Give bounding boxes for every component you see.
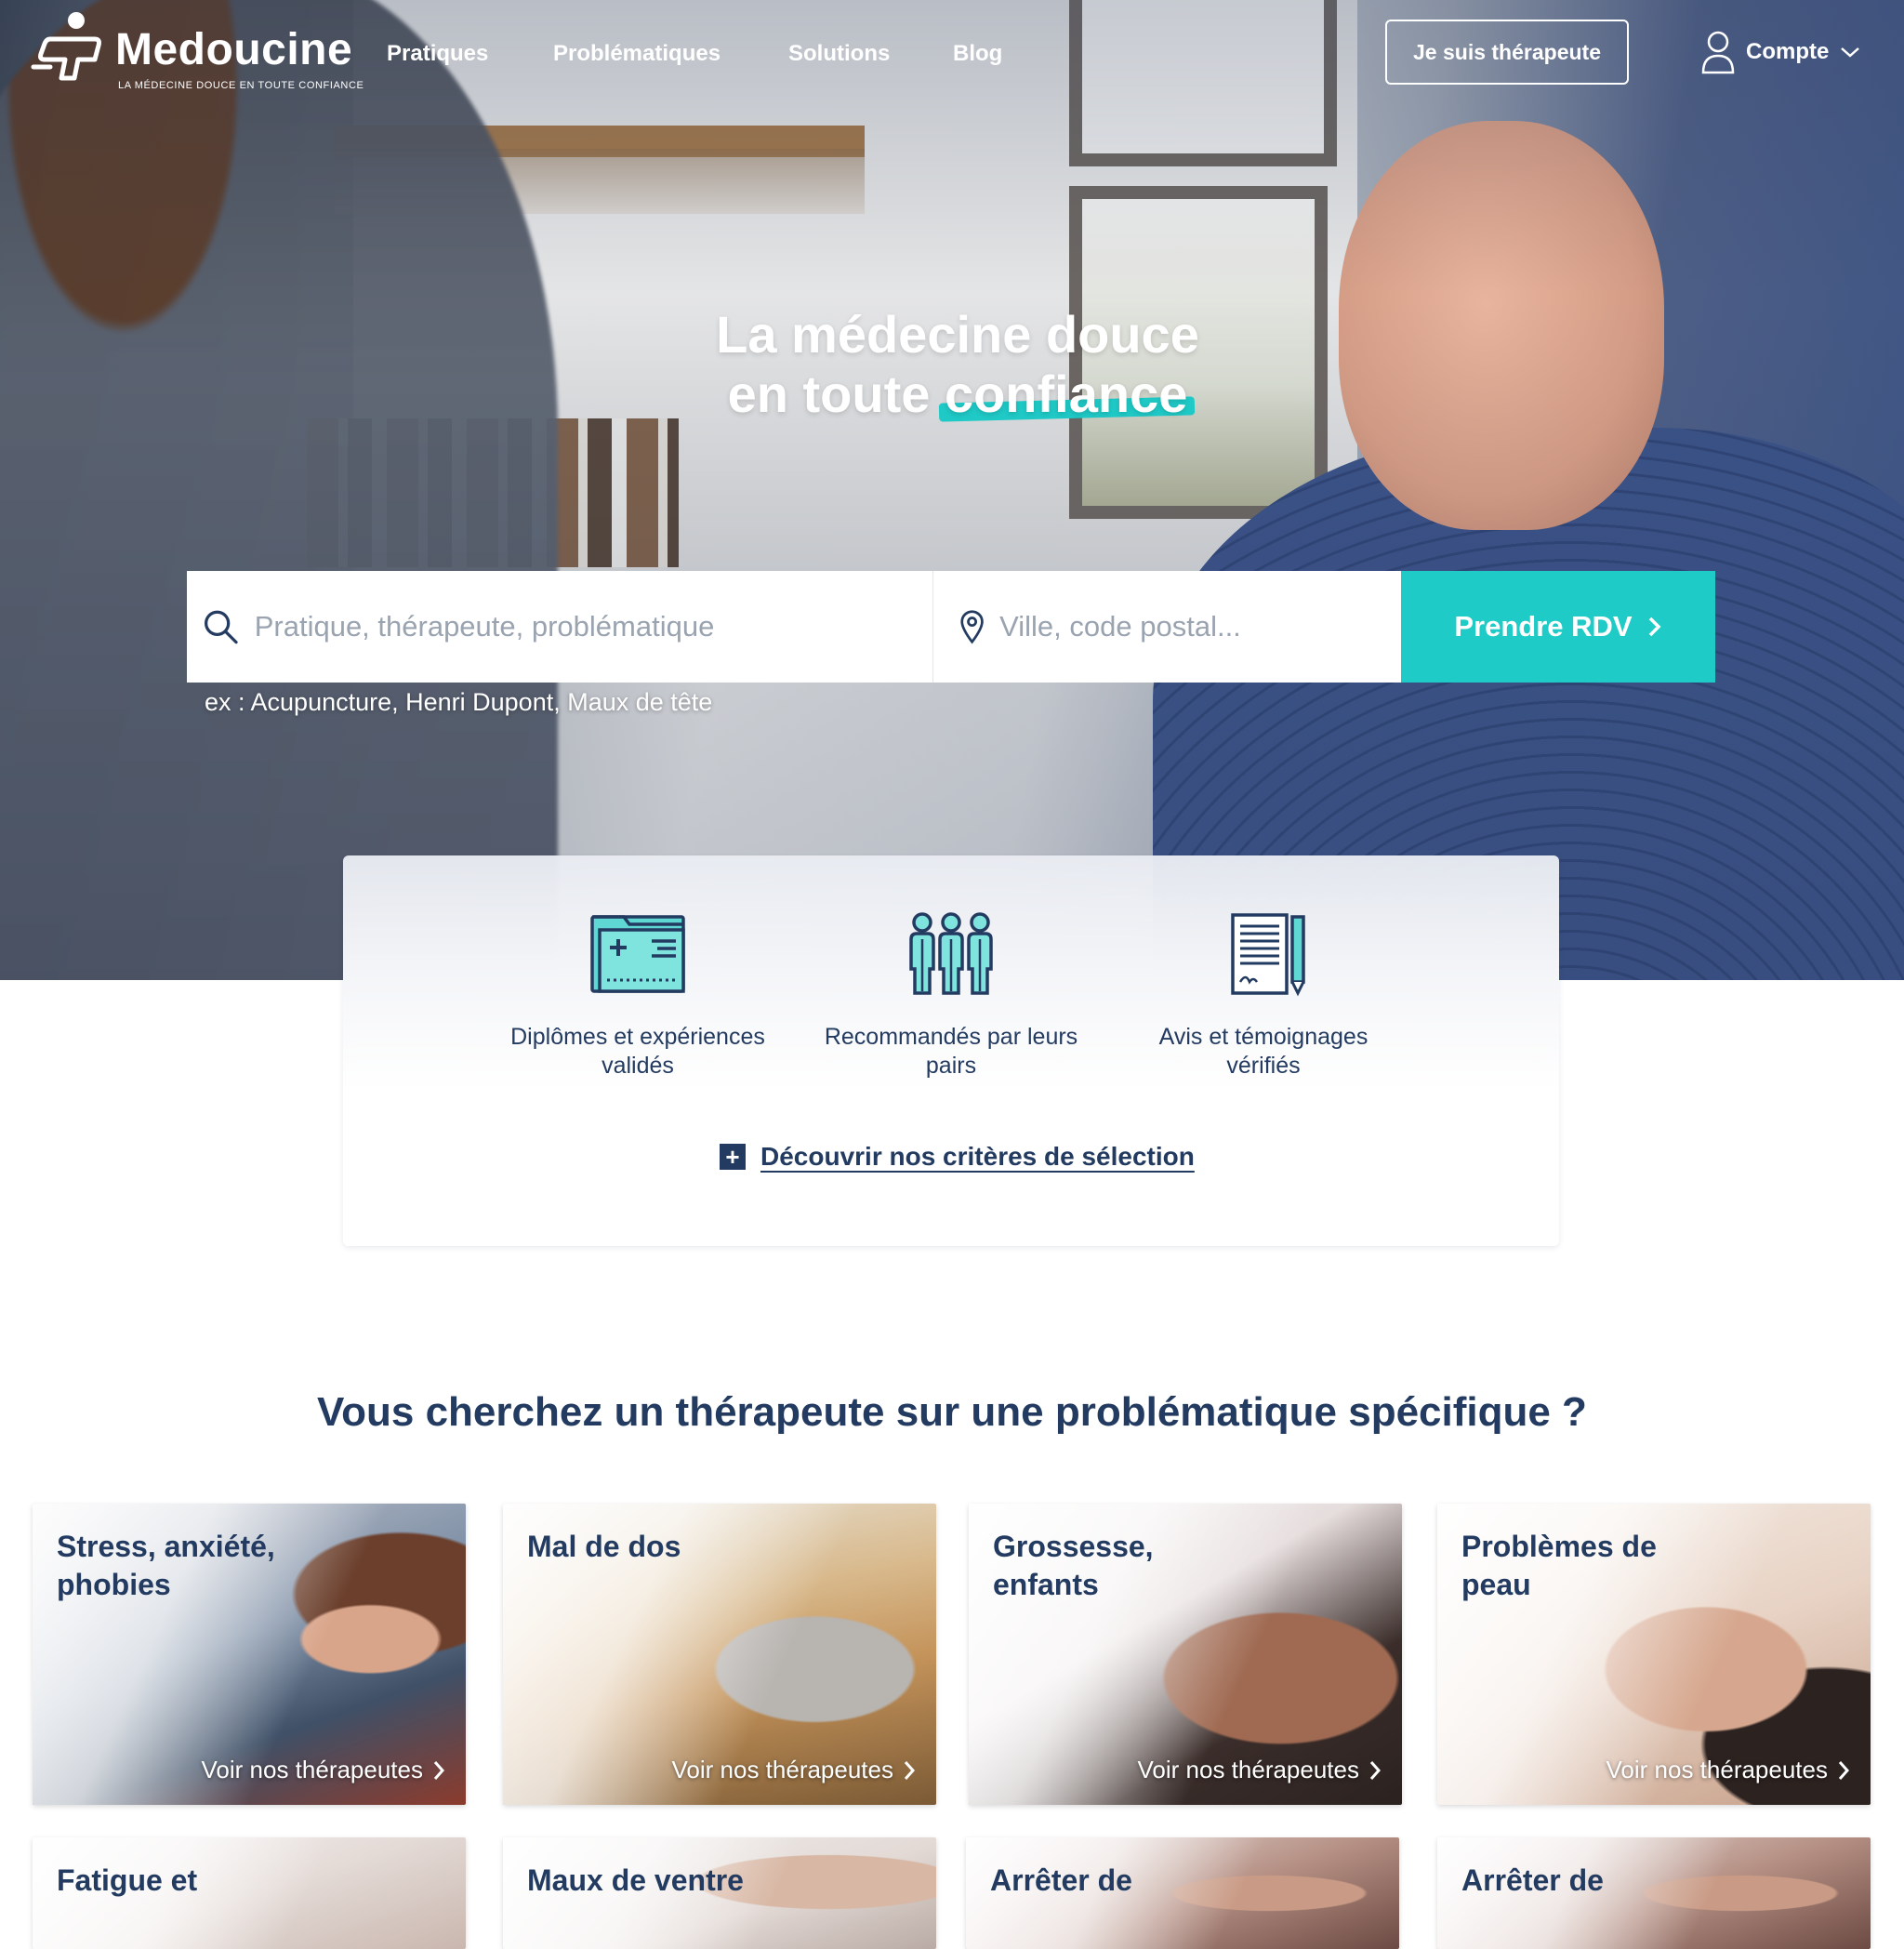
see-therapists-label: Voir nos thérapeutes [671,1756,894,1783]
problem-card-fatigue[interactable]: Fatigue et [33,1837,466,1949]
hero-title: La médecine douce en toute confiance [595,305,1320,424]
problem-card-stress[interactable]: Stress, anxiété, phobies Voir nos thérap… [33,1504,466,1805]
problem-card-skin[interactable]: Problèmes de peau Voir nos thérapeutes [1437,1504,1871,1805]
hero-title-line2-prefix: en toute [727,365,945,423]
card-title: Maux de ventre [527,1862,778,1900]
selection-criteria-label: Découvrir nos critères de sélection [760,1142,1195,1171]
see-therapists-link[interactable]: Voir nos thérapeutes [1138,1756,1382,1784]
card-title-line1: Stress, anxiété, [57,1530,275,1563]
card-title: Arrêter de [1461,1862,1712,1900]
brand-tagline: LA MÉDECINE DOUCE EN TOUTE CONFIANCE [118,80,364,91]
reviews-document-icon [1231,913,1305,997]
section-title: Vous cherchez un thérapeute sur une prob… [317,1389,1587,1435]
trust-item-reviews: Avis et témoignages vérifiés [1124,911,1403,1081]
see-therapists-link[interactable]: Voir nos thérapeutes [202,1756,446,1784]
card-title: Mal de dos [527,1528,778,1566]
account-menu[interactable]: Compte [1701,31,1860,74]
card-title-line1: Arrêter de [990,1863,1132,1897]
brand-name: Medoucine [115,25,353,74]
book-appointment-label: Prendre RDV [1454,610,1633,643]
trust-card: Diplômes et expériences validés Recomman… [343,855,1559,1246]
book-appointment-button[interactable]: Prendre RDV [1401,571,1715,683]
trust-label: Diplômes et expériences validés [498,1023,777,1081]
trust-label: Recommandés par leurs pairs [812,1023,1091,1081]
account-label: Compte [1746,39,1830,64]
search-bar: Prendre RDV [187,571,1715,683]
logo[interactable]: Medoucine LA MÉDECINE DOUCE EN TOUTE CON… [30,11,364,95]
card-title: Stress, anxiété, phobies [57,1528,308,1604]
hero-title-line2: en toute confiance [595,365,1320,424]
problem-card-pregnancy[interactable]: Grossesse, enfants Voir nos thérapeutes [969,1504,1402,1805]
hero-title-highlight-text: confiance [944,365,1188,423]
plus-icon: + [720,1144,746,1170]
card-title-line1: Maux de ventre [527,1863,744,1897]
card-title-line2: enfants [993,1568,1099,1601]
hero-title-line1: La médecine douce [716,305,1199,364]
site-header: Medoucine LA MÉDECINE DOUCE EN TOUTE CON… [0,0,1904,112]
location-input[interactable] [998,609,1401,644]
see-therapists-link[interactable]: Voir nos thérapeutes [1606,1756,1851,1784]
card-title-line1: Fatigue et [57,1863,198,1897]
trust-label-line2: vérifiés [1226,1053,1301,1079]
problem-card-stomach-ache[interactable]: Maux de ventre [503,1837,936,1949]
selection-criteria-link[interactable]: + Découvrir nos critères de sélection [720,1142,1195,1172]
certificate-folder-icon [590,915,685,993]
problem-card-quit-smoking-2[interactable]: Arrêter de [1437,1837,1871,1949]
see-therapists-link[interactable]: Voir nos thérapeutes [672,1756,917,1784]
nav-item-problematiques[interactable]: Problématiques [553,41,721,67]
hero-overlay [0,0,1904,980]
card-title-line1: Arrêter de [1461,1863,1604,1897]
search-what-field[interactable] [187,571,933,683]
trust-label-line2: validés [602,1053,674,1079]
chevron-down-icon [1841,47,1860,58]
therapist-button[interactable]: Je suis thérapeute [1385,20,1629,85]
nav-item-solutions[interactable]: Solutions [788,41,890,67]
card-title-line1: Mal de dos [527,1530,681,1563]
search-input[interactable] [252,609,932,644]
trust-item-diplomas: Diplômes et expériences validés [498,911,777,1081]
peer-group-icon [909,912,993,995]
hero-banner [0,0,1904,980]
search-where-field[interactable] [933,571,1401,683]
trust-label-line1: Avis et témoignages [1158,1024,1368,1050]
card-title-line1: Grossesse, [993,1530,1154,1563]
trust-item-peers: Recommandés par leurs pairs [812,911,1091,1081]
card-title-line1: Problèmes de [1461,1530,1657,1563]
card-title: Problèmes de peau [1461,1528,1712,1604]
card-title-line2: peau [1461,1568,1531,1601]
trust-label: Avis et témoignages vérifiés [1124,1023,1403,1081]
chevron-right-icon [904,1760,916,1780]
hero-title-highlight: confiance [938,365,1196,424]
card-title: Grossesse, enfants [993,1528,1244,1604]
search-hint: ex : Acupuncture, Henri Dupont, Maux de … [205,688,713,716]
trust-label-line2: pairs [925,1053,977,1079]
location-pin-icon [960,610,984,644]
trust-label-line1: Diplômes et expériences [510,1024,765,1050]
chevron-right-icon [1838,1760,1850,1780]
chevron-right-icon [1648,617,1661,637]
search-icon [205,610,238,644]
problem-card-back-pain[interactable]: Mal de dos Voir nos thérapeutes [503,1504,936,1805]
see-therapists-label: Voir nos thérapeutes [1137,1756,1360,1783]
see-therapists-label: Voir nos thérapeutes [1606,1756,1829,1783]
card-title-line2: phobies [57,1568,171,1601]
nav-item-pratiques[interactable]: Pratiques [387,41,488,67]
problem-card-quit-smoking[interactable]: Arrêter de [966,1837,1399,1949]
see-therapists-label: Voir nos thérapeutes [201,1756,424,1783]
user-icon [1701,31,1735,74]
chevron-right-icon [433,1760,445,1780]
card-title: Arrêter de [990,1862,1241,1900]
logo-cross-icon [31,12,101,81]
chevron-right-icon [1369,1760,1382,1780]
nav-item-blog[interactable]: Blog [953,41,1002,67]
trust-label-line1: Recommandés par leurs [824,1024,1078,1050]
card-title: Fatigue et [57,1862,308,1900]
